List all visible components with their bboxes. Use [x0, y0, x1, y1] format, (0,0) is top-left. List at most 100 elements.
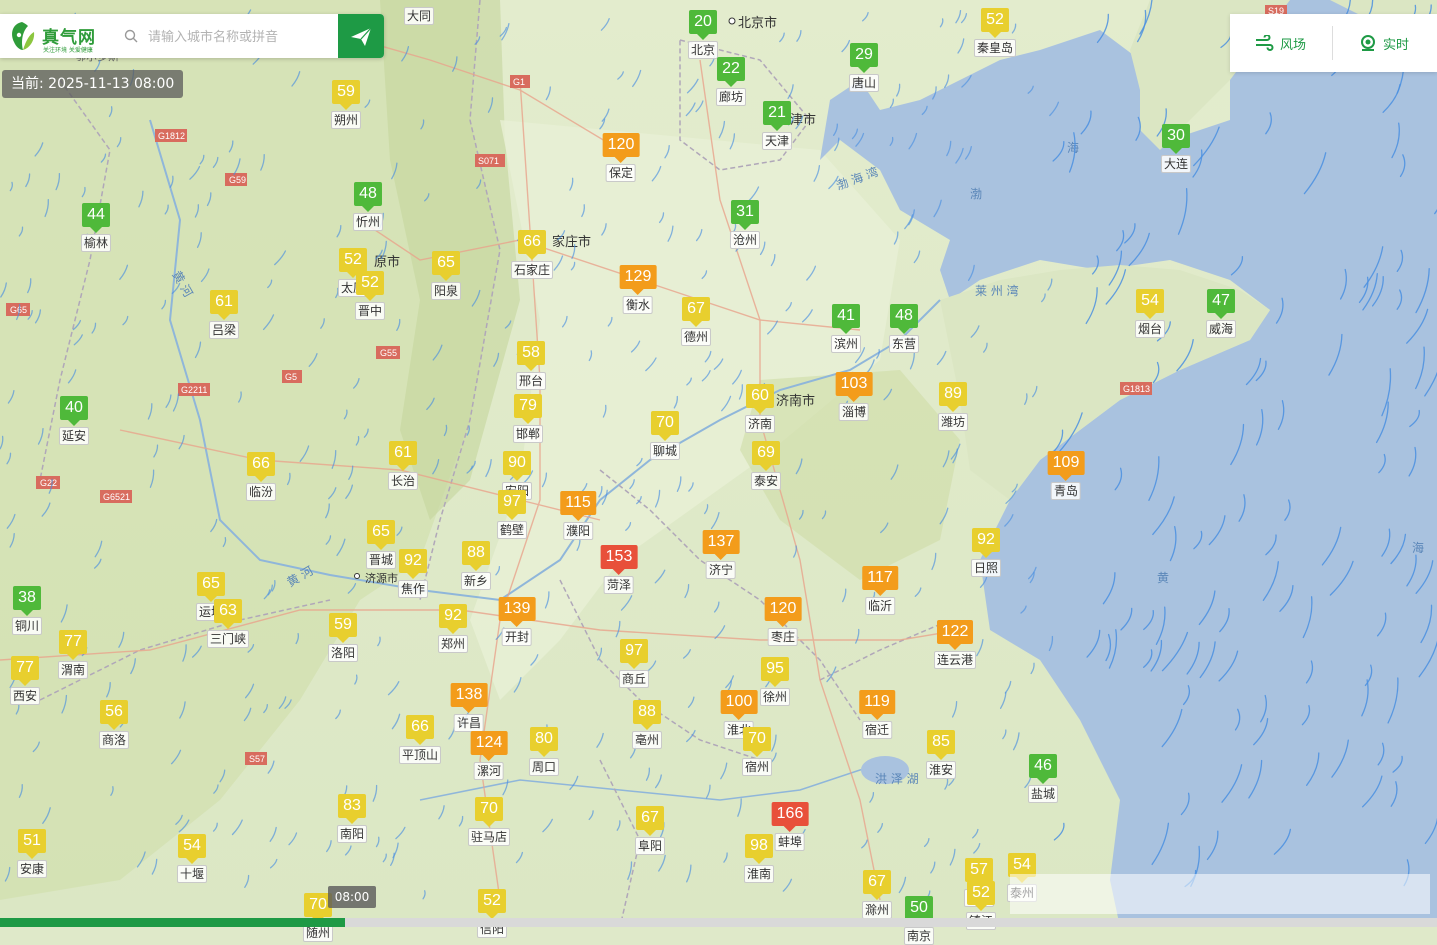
station-marker[interactable]: 52信阳	[477, 889, 507, 938]
aqi-badge[interactable]: 52	[981, 8, 1009, 32]
aqi-badge[interactable]: 79	[514, 394, 542, 418]
search-input[interactable]	[146, 22, 336, 52]
station-marker[interactable]: 44榆林	[81, 203, 111, 252]
station-marker[interactable]: 大同	[404, 0, 434, 25]
aqi-badge[interactable]: 54	[178, 834, 206, 858]
station-marker[interactable]: 46盐城	[1028, 754, 1058, 803]
aqi-badge[interactable]: 54	[1136, 289, 1164, 313]
station-marker[interactable]: 40延安	[59, 396, 89, 445]
aqi-badge[interactable]: 66	[247, 452, 275, 476]
aqi-badge[interactable]: 103	[836, 372, 873, 396]
aqi-badge[interactable]: 31	[731, 200, 759, 224]
station-marker[interactable]: 120枣庄	[765, 597, 802, 646]
aqi-badge[interactable]: 66	[518, 230, 546, 254]
aqi-badge[interactable]: 77	[59, 630, 87, 654]
aqi-badge[interactable]: 97	[620, 639, 648, 663]
aqi-badge[interactable]: 67	[636, 806, 664, 830]
aqi-badge[interactable]: 120	[603, 133, 640, 157]
station-marker[interactable]: 51安康	[17, 829, 47, 878]
station-marker[interactable]: 38铜川	[12, 586, 42, 635]
station-marker[interactable]: 67阜阳	[635, 806, 665, 855]
station-marker[interactable]: 119宿迁	[859, 690, 895, 739]
station-marker[interactable]: 47威海	[1206, 289, 1236, 338]
map-canvas[interactable]: G1812 G59 S071 G1 G65 G55 G5 G2211 G22 G…	[0, 0, 1437, 927]
aqi-badge[interactable]: 59	[329, 613, 357, 637]
station-marker[interactable]: 115濮阳	[560, 491, 596, 540]
station-marker[interactable]: 59洛阳	[328, 613, 358, 662]
aqi-badge[interactable]: 38	[13, 586, 41, 610]
aqi-badge[interactable]: 52	[356, 271, 384, 295]
station-marker[interactable]: 60济南	[745, 384, 775, 433]
aqi-badge[interactable]: 92	[399, 549, 427, 573]
aqi-badge[interactable]: 48	[354, 182, 382, 206]
aqi-badge[interactable]: 58	[517, 341, 545, 365]
aqi-badge[interactable]: 47	[1207, 289, 1235, 313]
station-marker[interactable]: 103淄博	[836, 372, 873, 421]
realtime-button[interactable]: 实时	[1334, 14, 1434, 72]
aqi-badge[interactable]: 57	[965, 858, 993, 882]
station-marker[interactable]: 89潍坊	[938, 382, 968, 431]
station-marker[interactable]: 31沧州	[730, 200, 760, 249]
aqi-badge[interactable]: 40	[60, 396, 88, 420]
aqi-badge[interactable]: 124	[471, 731, 508, 755]
station-marker[interactable]: 30大连	[1161, 124, 1191, 173]
aqi-badge[interactable]: 44	[82, 203, 110, 227]
station-marker[interactable]: 92郑州	[438, 604, 468, 653]
station-marker[interactable]: 122连云港	[934, 620, 976, 669]
aqi-badge[interactable]: 98	[745, 834, 773, 858]
station-marker[interactable]: 66石家庄	[511, 230, 553, 279]
station-marker[interactable]: 65阳泉	[431, 251, 461, 300]
aqi-badge[interactable]: 65	[432, 251, 460, 275]
station-marker[interactable]: 88新乡	[461, 541, 491, 590]
aqi-badge[interactable]: 120	[765, 597, 802, 621]
aqi-badge[interactable]: 65	[197, 572, 225, 596]
station-marker[interactable]: 77西安	[10, 656, 40, 705]
aqi-badge[interactable]: 60	[746, 384, 774, 408]
aqi-badge[interactable]: 63	[214, 599, 242, 623]
timeline-bar[interactable]	[0, 918, 1437, 927]
aqi-badge[interactable]: 80	[530, 727, 558, 751]
aqi-badge[interactable]: 119	[859, 690, 895, 714]
aqi-badge[interactable]: 70	[475, 797, 503, 821]
station-marker[interactable]: 41滨州	[831, 304, 861, 353]
logo[interactable]: 真气网 关注环境 关爱健康	[8, 20, 120, 52]
aqi-badge[interactable]: 69	[752, 441, 780, 465]
station-marker[interactable]: 117临沂	[862, 566, 898, 615]
wind-field-button[interactable]: 风场	[1230, 14, 1330, 72]
station-marker[interactable]: 61长治	[388, 441, 418, 490]
station-marker[interactable]: 48东营	[889, 304, 919, 353]
aqi-badge[interactable]: 52	[478, 889, 506, 913]
aqi-badge[interactable]: 166	[772, 802, 809, 826]
aqi-badge[interactable]: 115	[560, 491, 596, 515]
aqi-badge[interactable]: 137	[703, 530, 740, 554]
aqi-badge[interactable]: 70	[651, 411, 679, 435]
station-marker[interactable]: 92日照	[971, 528, 1001, 577]
aqi-badge[interactable]: 100	[721, 690, 758, 714]
aqi-badge[interactable]: 52	[339, 248, 367, 272]
aqi-badge[interactable]: 61	[389, 441, 417, 465]
aqi-badge[interactable]: 89	[939, 382, 967, 406]
aqi-badge[interactable]: 20	[689, 10, 717, 34]
aqi-badge[interactable]: 70	[743, 727, 771, 751]
station-marker[interactable]: 20北京	[688, 10, 718, 59]
station-marker[interactable]: 70驻马店	[468, 797, 510, 846]
station-marker[interactable]: 120保定	[603, 133, 640, 182]
station-marker[interactable]: 129衡水	[620, 265, 657, 314]
aqi-badge[interactable]: 83	[338, 794, 366, 818]
aqi-badge[interactable]: 21	[763, 101, 791, 125]
station-marker[interactable]: 66平顶山	[399, 715, 441, 764]
aqi-badge[interactable]: 88	[633, 700, 661, 724]
aqi-badge[interactable]: 129	[620, 265, 657, 289]
station-marker[interactable]: 22廊坊	[716, 57, 746, 106]
aqi-badge[interactable]: 46	[1029, 754, 1057, 778]
station-marker[interactable]: 80周口	[529, 727, 559, 776]
station-marker[interactable]: 98淮南	[744, 834, 774, 883]
aqi-badge[interactable]: 61	[210, 290, 238, 314]
timeline-marker[interactable]: 08:00	[328, 886, 376, 908]
station-marker[interactable]: 83南阳	[337, 794, 367, 843]
aqi-badge[interactable]: 139	[499, 597, 536, 621]
station-marker[interactable]: 77渭南	[58, 630, 88, 679]
aqi-badge[interactable]: 90	[503, 451, 531, 475]
station-marker[interactable]: 69泰安	[751, 441, 781, 490]
station-marker[interactable]: 56商洛	[99, 700, 129, 749]
